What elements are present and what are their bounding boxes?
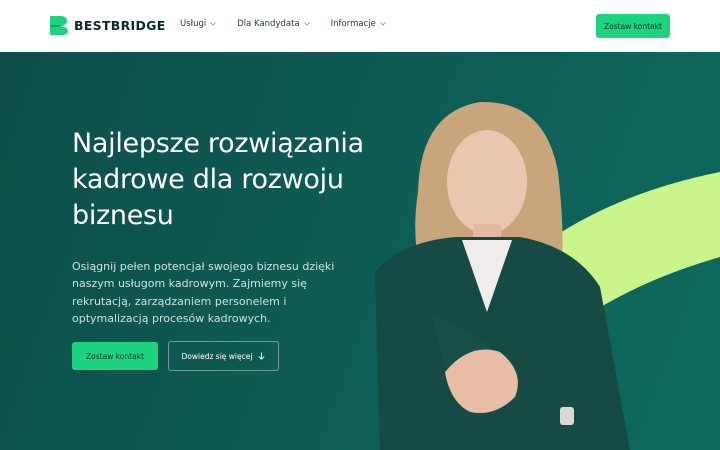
nav-item-label: Informacje xyxy=(330,19,376,29)
nav-item-label: Usługi xyxy=(180,19,207,29)
chevron-down-icon xyxy=(303,22,310,26)
nav-item-dla-kandydata[interactable]: Dla Kandydata xyxy=(237,19,310,29)
nav-item-label: Dla Kandydata xyxy=(237,19,300,29)
brand-logo[interactable]: BESTBRIDGE xyxy=(50,16,166,35)
main-nav: Usługi Dla Kandydata Informacje xyxy=(180,19,386,29)
learn-more-label: Dowiedz się więcej xyxy=(181,351,253,361)
site-header: BESTBRIDGE Usługi Dla Kandydata Informac… xyxy=(0,0,720,52)
person-face xyxy=(447,130,527,234)
brand-name: BESTBRIDGE xyxy=(74,18,166,33)
arrow-down-icon xyxy=(258,352,265,360)
logo-mark-icon xyxy=(50,16,68,35)
nav-item-informacje[interactable]: Informacje xyxy=(331,19,386,29)
chevron-down-icon xyxy=(380,22,386,26)
hero-illustration xyxy=(375,101,720,450)
chevron-down-icon xyxy=(210,22,217,26)
learn-more-button[interactable]: Dowiedz się więcej xyxy=(168,341,279,371)
hero-headline: Najlepsze rozwiązania kadrowe dla rozwoj… xyxy=(72,128,364,231)
hero-contact-button[interactable]: Zostaw kontakt xyxy=(72,342,158,370)
hero-subtext: Osiągnij pełen potencjał swojego biznesu… xyxy=(72,260,335,325)
header-contact-button[interactable]: Zostaw kontakt xyxy=(596,14,670,38)
nav-item-uslugi[interactable]: Usługi xyxy=(180,19,217,29)
hero-section: Najlepsze rozwiązania kadrowe dla rozwoj… xyxy=(0,52,720,450)
